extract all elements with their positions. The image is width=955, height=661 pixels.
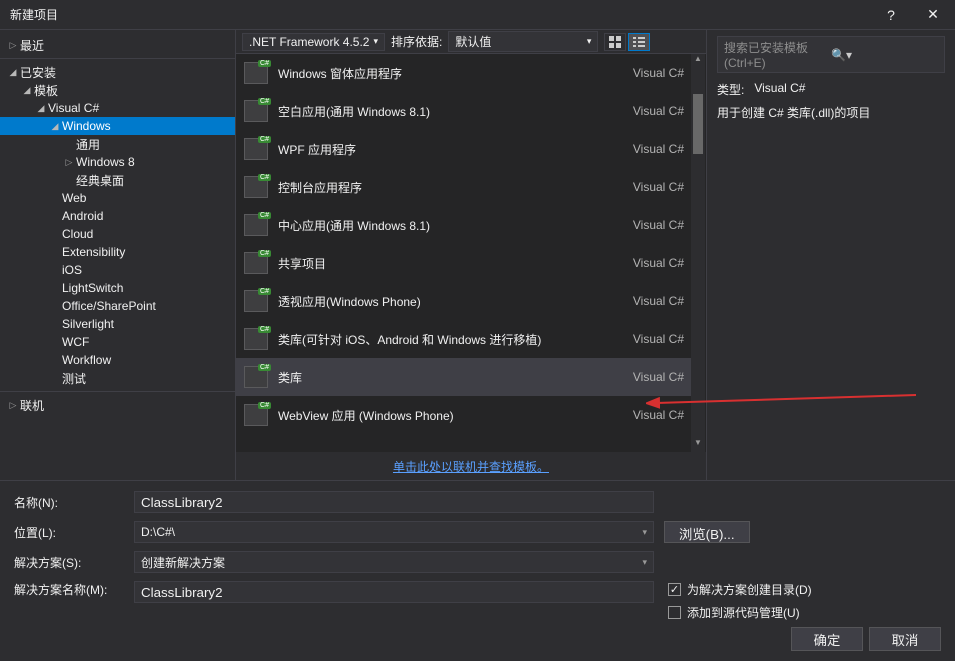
- solution-name-label: 解决方案名称(M):: [14, 581, 124, 598]
- titlebar: 新建项目 ? ✕: [0, 0, 955, 30]
- chevron-down-icon: [48, 121, 62, 132]
- template-wpf[interactable]: WPF 应用程序Visual C#: [236, 130, 692, 168]
- center-panel: .NET Framework 4.5.2▾ 排序依据: 默认值▾ Windows…: [236, 30, 707, 480]
- template-blank-app[interactable]: 空白应用(通用 Windows 8.1)Visual C#: [236, 92, 692, 130]
- location-input[interactable]: D:\C#\▾: [134, 521, 654, 543]
- divider: [0, 391, 235, 392]
- csharp-icon: [244, 290, 268, 312]
- csharp-icon: [244, 176, 268, 198]
- sidebar: 最近 已安装 模板 Visual C# Windows 通用 Windows 8…: [0, 30, 236, 480]
- checkbox-source-control[interactable]: 添加到源代码管理(U): [668, 604, 894, 621]
- chevron-down-icon: ▾: [642, 557, 647, 568]
- chevron-down-icon: ▾: [373, 36, 378, 47]
- chevron-down-icon: ▾: [642, 527, 647, 538]
- sidebar-installed[interactable]: 已安装: [0, 63, 235, 81]
- sidebar-classic[interactable]: 经典桌面: [0, 171, 235, 189]
- type-value: Visual C#: [754, 81, 805, 98]
- chevron-right-icon: [62, 157, 76, 168]
- name-label: 名称(N):: [14, 494, 124, 511]
- sidebar-visual-csharp[interactable]: Visual C#: [0, 99, 235, 117]
- sidebar-recent[interactable]: 最近: [0, 36, 235, 54]
- template-winforms[interactable]: Windows 窗体应用程序Visual C#: [236, 54, 692, 92]
- scrollbar[interactable]: ▲ ▼: [691, 54, 705, 452]
- chevron-right-icon: [6, 400, 20, 411]
- csharp-icon: [244, 62, 268, 84]
- scroll-up-icon[interactable]: ▲: [691, 54, 705, 68]
- solution-name-input[interactable]: [134, 581, 654, 603]
- sidebar-web[interactable]: Web: [0, 189, 235, 207]
- view-buttons: [604, 33, 650, 51]
- sidebar-workflow[interactable]: Workflow: [0, 351, 235, 369]
- template-class-library[interactable]: 类库Visual C#: [236, 358, 692, 396]
- template-pcl[interactable]: 类库(可针对 iOS、Android 和 Windows 进行移植)Visual…: [236, 320, 692, 358]
- csharp-icon: [244, 214, 268, 236]
- template-console[interactable]: 控制台应用程序Visual C#: [236, 168, 692, 206]
- type-row: 类型: Visual C#: [717, 81, 945, 98]
- sidebar-wcf[interactable]: WCF: [0, 333, 235, 351]
- csharp-icon: [244, 252, 268, 274]
- bottom-form: 名称(N): 位置(L): D:\C#\▾ 浏览(B)... 解决方案(S): …: [0, 480, 955, 621]
- sidebar-ios[interactable]: iOS: [0, 261, 235, 279]
- sidebar-silverlight[interactable]: Silverlight: [0, 315, 235, 333]
- csharp-icon: [244, 328, 268, 350]
- csharp-icon: [244, 366, 268, 388]
- scroll-thumb[interactable]: [693, 94, 703, 154]
- window-title: 新建项目: [10, 6, 871, 23]
- chevron-down-icon: [6, 67, 20, 78]
- online-link[interactable]: 单击此处以联机并查找模板。: [393, 458, 549, 475]
- template-hub[interactable]: 中心应用(通用 Windows 8.1)Visual C#: [236, 206, 692, 244]
- sort-combo[interactable]: 默认值▾: [448, 31, 598, 52]
- browse-button[interactable]: 浏览(B)...: [664, 521, 750, 543]
- chevron-right-icon: [6, 40, 20, 51]
- list-view-button[interactable]: [628, 33, 650, 51]
- template-shared[interactable]: 共享项目Visual C#: [236, 244, 692, 282]
- type-label: 类型:: [717, 81, 744, 98]
- help-button[interactable]: ?: [871, 7, 911, 23]
- location-label: 位置(L):: [14, 524, 124, 541]
- template-list: Windows 窗体应用程序Visual C# 空白应用(通用 Windows …: [236, 54, 706, 452]
- csharp-icon: [244, 100, 268, 122]
- description: 用于创建 C# 类库(.dll)的项目: [717, 104, 945, 121]
- online-search-link: 单击此处以联机并查找模板。: [236, 452, 706, 480]
- csharp-icon: [244, 138, 268, 160]
- csharp-icon: [244, 404, 268, 426]
- sidebar-office[interactable]: Office/SharePoint: [0, 297, 235, 315]
- ok-button[interactable]: 确定: [791, 627, 863, 651]
- sidebar-templates[interactable]: 模板: [0, 81, 235, 99]
- solution-combo[interactable]: 创建新解决方案▾: [134, 551, 654, 573]
- close-button[interactable]: ✕: [911, 6, 955, 23]
- sort-label: 排序依据:: [391, 33, 442, 50]
- sidebar-win8[interactable]: Windows 8: [0, 153, 235, 171]
- right-panel: 搜索已安装模板(Ctrl+E)🔍▾ 类型: Visual C# 用于创建 C# 类…: [707, 30, 955, 480]
- sidebar-test[interactable]: 测试: [0, 369, 235, 387]
- sidebar-extensibility[interactable]: Extensibility: [0, 243, 235, 261]
- name-input[interactable]: [134, 491, 654, 513]
- sidebar-lightswitch[interactable]: LightSwitch: [0, 279, 235, 297]
- divider: [0, 58, 235, 59]
- search-icon: 🔍▾: [831, 48, 938, 62]
- search-input[interactable]: 搜索已安装模板(Ctrl+E)🔍▾: [717, 36, 945, 73]
- checkbox-icon: [668, 583, 681, 596]
- scroll-down-icon[interactable]: ▼: [691, 438, 705, 452]
- framework-combo[interactable]: .NET Framework 4.5.2▾: [242, 33, 385, 51]
- chevron-down-icon: [34, 103, 48, 114]
- sidebar-cloud[interactable]: Cloud: [0, 225, 235, 243]
- checkbox-create-dir[interactable]: 为解决方案创建目录(D): [668, 581, 894, 598]
- template-pivot[interactable]: 透视应用(Windows Phone)Visual C#: [236, 282, 692, 320]
- sidebar-online[interactable]: 联机: [0, 396, 235, 414]
- sidebar-common[interactable]: 通用: [0, 135, 235, 153]
- sidebar-android[interactable]: Android: [0, 207, 235, 225]
- solution-label: 解决方案(S):: [14, 554, 124, 571]
- action-buttons: 确定 取消: [0, 621, 955, 661]
- checkbox-icon: [668, 606, 681, 619]
- chevron-down-icon: [20, 85, 34, 96]
- sidebar-windows[interactable]: Windows: [0, 117, 235, 135]
- toolbar: .NET Framework 4.5.2▾ 排序依据: 默认值▾: [236, 30, 706, 54]
- grid-view-button[interactable]: [604, 33, 626, 51]
- cancel-button[interactable]: 取消: [869, 627, 941, 651]
- chevron-down-icon: ▾: [587, 36, 592, 47]
- template-webview[interactable]: WebView 应用 (Windows Phone)Visual C#: [236, 396, 692, 434]
